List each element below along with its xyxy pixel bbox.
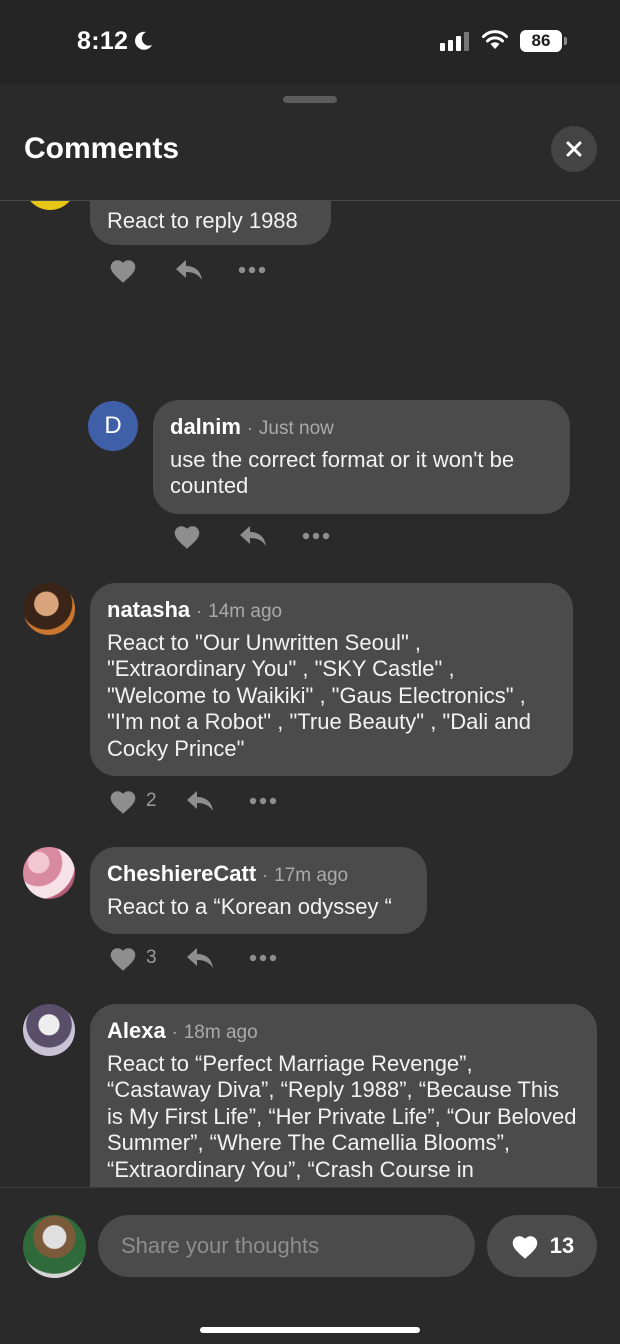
comment-actions: 2 <box>108 786 277 816</box>
reply-button[interactable] <box>185 946 215 970</box>
more-icon <box>249 797 276 805</box>
like-button[interactable] <box>172 523 210 550</box>
heart-icon <box>110 259 136 283</box>
reply-icon <box>240 526 266 546</box>
reply-button[interactable] <box>185 789 215 813</box>
meta-separator: · <box>246 418 253 438</box>
meta-separator: · <box>196 601 203 621</box>
total-likes-count: 13 <box>549 1233 575 1258</box>
moon-icon <box>135 31 152 50</box>
comment-time: 17m ago <box>274 865 349 886</box>
comment-actions <box>172 521 330 551</box>
like-count: 2 <box>146 790 157 811</box>
comment-text: React to a “Korean odyssey “ <box>107 893 392 919</box>
comment-author[interactable]: Alexa <box>107 1018 166 1045</box>
battery-indicator: 86 <box>520 30 567 52</box>
avatar[interactable] <box>24 201 76 210</box>
heart-icon <box>174 525 200 549</box>
comment-author[interactable]: dalnim <box>170 414 241 441</box>
more-options-button[interactable] <box>249 797 277 805</box>
total-likes-button[interactable]: 13 <box>487 1215 597 1277</box>
avatar-initial: D <box>104 412 122 439</box>
reply-icon <box>186 948 213 968</box>
close-icon <box>566 141 582 157</box>
comment-meta: natasha · 14m ago <box>107 597 556 626</box>
like-button[interactable]: 3 <box>108 945 157 972</box>
comment-bubble: CheshiereCatt · 17m ago React to a “Kore… <box>90 847 427 934</box>
comment-time: Just now <box>258 418 334 439</box>
avatar[interactable] <box>23 583 75 635</box>
comment-text: use the correct format or it won't be co… <box>170 446 515 499</box>
signal-icon <box>440 31 469 51</box>
comment-text: React to reply 1988 <box>107 208 298 233</box>
comments-list[interactable]: React to reply 1988 D dalnim · Just now … <box>0 201 620 1187</box>
comment-meta: dalnim · Just now <box>170 414 553 443</box>
comment-composer: Share your thoughts 13 <box>0 1187 620 1344</box>
like-button[interactable]: 2 <box>108 788 157 815</box>
status-bar: 8:12 86 <box>0 0 620 84</box>
meta-separator: · <box>171 1022 178 1042</box>
comments-sheet: Comments React to reply 1988 D dalnim · … <box>0 84 620 1344</box>
like-button[interactable] <box>108 257 146 284</box>
more-options-button[interactable] <box>302 532 330 540</box>
sheet-grabber[interactable] <box>283 96 337 103</box>
heart-icon <box>110 790 136 814</box>
comment-bubble: dalnim · Just now use the correct format… <box>153 400 570 514</box>
avatar[interactable] <box>23 1004 75 1056</box>
reply-icon <box>176 260 202 280</box>
comment-text: React to “Perfect Marriage Revenge”, “Ca… <box>107 1050 577 1188</box>
comment-bubble: React to reply 1988 <box>90 201 331 245</box>
reply-icon <box>186 791 213 811</box>
comment-text: React to "Our Unwritten Seoul" , "Extrao… <box>107 629 531 761</box>
sheet-title: Comments <box>24 132 180 165</box>
more-icon <box>238 266 266 274</box>
comment-author[interactable]: CheshiereCatt <box>107 861 256 888</box>
comment-meta: CheshiereCatt · 17m ago <box>107 861 410 890</box>
reply-button[interactable] <box>174 258 204 282</box>
meta-separator: · <box>262 865 269 885</box>
more-options-button[interactable] <box>249 954 277 962</box>
avatar[interactable] <box>23 847 75 899</box>
comment-actions: 3 <box>108 943 277 973</box>
comment-bubble: Alexa · 18m ago React to “Perfect Marria… <box>90 1004 597 1187</box>
comment-author[interactable]: natasha <box>107 597 190 624</box>
reply-button[interactable] <box>238 524 268 548</box>
home-indicator[interactable] <box>200 1327 420 1333</box>
avatar[interactable]: D <box>88 401 138 451</box>
more-icon <box>302 532 330 540</box>
heart-icon <box>512 1235 538 1259</box>
status-time: 8:12 <box>77 27 129 55</box>
comment-actions <box>108 255 266 285</box>
more-icon <box>249 954 276 962</box>
heart-icon <box>110 947 136 971</box>
more-options-button[interactable] <box>238 266 266 274</box>
like-count: 3 <box>146 947 157 968</box>
comment-bubble: natasha · 14m ago React to "Our Unwritte… <box>90 583 573 776</box>
comment-time: 14m ago <box>208 601 283 622</box>
comment-meta: Alexa · 18m ago <box>107 1018 580 1047</box>
comment-time: 18m ago <box>183 1022 258 1043</box>
comment-input[interactable]: Share your thoughts <box>98 1215 475 1277</box>
user-avatar[interactable] <box>23 1215 86 1278</box>
close-button[interactable] <box>551 126 597 172</box>
wifi-icon <box>482 30 508 49</box>
